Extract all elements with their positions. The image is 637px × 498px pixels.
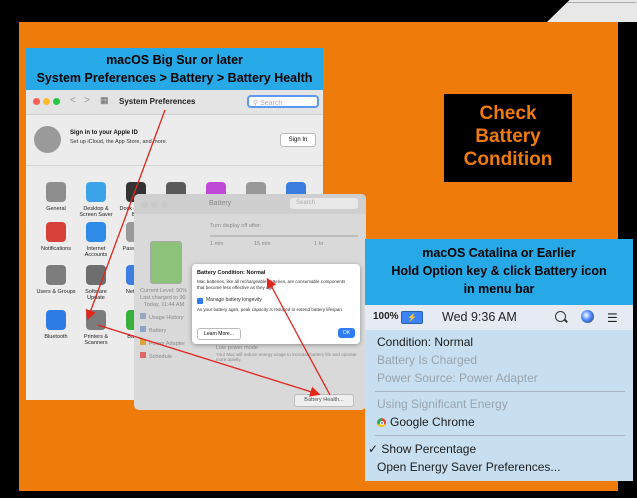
arrow-to-battery-icon [85,109,166,321]
annotation-arrows [85,109,331,397]
arrow-to-battery-health [97,324,321,397]
arrow-to-condition [266,277,331,396]
slide: macOS Big Sur or later System Preference… [0,0,637,498]
